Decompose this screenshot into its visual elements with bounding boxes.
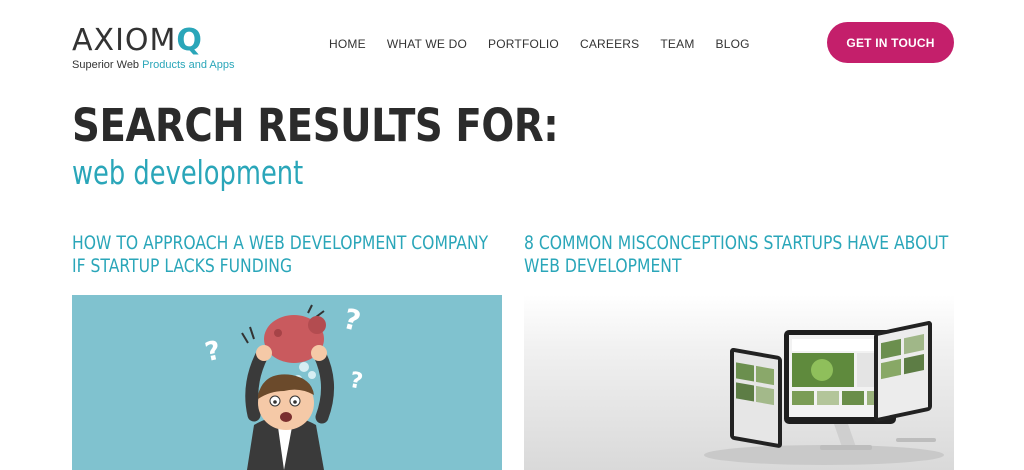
logo-q: Q	[176, 23, 203, 58]
logo[interactable]: AXIOMQ Superior Web Products and Apps	[72, 24, 234, 76]
nav-item-portfolio[interactable]: PORTFOLIO	[488, 35, 559, 53]
startup-man-piggy-bank-illustration: ? ? ?	[202, 302, 365, 470]
nav-item-team[interactable]: TEAM	[660, 35, 694, 53]
nav-item-home[interactable]: HOME	[329, 35, 366, 53]
result-title-link[interactable]: 8 COMMON MISCONCEPTIONS STARTUPS HAVE AB…	[524, 232, 950, 278]
search-query: web development	[72, 153, 304, 192]
tagline-plain: Superior Web	[72, 59, 140, 71]
result-thumbnail[interactable]	[524, 295, 954, 470]
nav-item-blog[interactable]: BLOG	[716, 35, 750, 53]
svg-text:?: ?	[202, 336, 223, 368]
result-card: HOW TO APPROACH A WEB DEVELOPMENT COMPAN…	[72, 232, 502, 470]
logo-wordmark: AXIOMQ	[72, 24, 203, 58]
tagline-accent: Products and Apps	[142, 59, 235, 71]
result-thumbnail[interactable]: ? ? ?	[72, 295, 502, 470]
result-card: 8 COMMON MISCONCEPTIONS STARTUPS HAVE AB…	[524, 232, 954, 470]
svg-text:?: ?	[348, 368, 365, 395]
logo-text: AXIOM	[72, 23, 177, 58]
nav-item-what-we-do[interactable]: WHAT WE DO	[387, 35, 467, 53]
get-in-touch-button[interactable]: GET IN TOUCH	[827, 22, 954, 63]
svg-text:?: ?	[340, 302, 364, 338]
page-title: SEARCH RESULTS FOR:	[72, 99, 559, 152]
result-title-link[interactable]: HOW TO APPROACH A WEB DEVELOPMENT COMPAN…	[72, 232, 498, 278]
main-nav: HOME WHAT WE DO PORTFOLIO CAREERS TEAM B…	[329, 35, 750, 53]
logo-tagline: Superior Web Products and Apps	[72, 59, 234, 72]
nav-item-careers[interactable]: CAREERS	[580, 35, 639, 53]
computer-monitors-illustration	[704, 321, 944, 465]
